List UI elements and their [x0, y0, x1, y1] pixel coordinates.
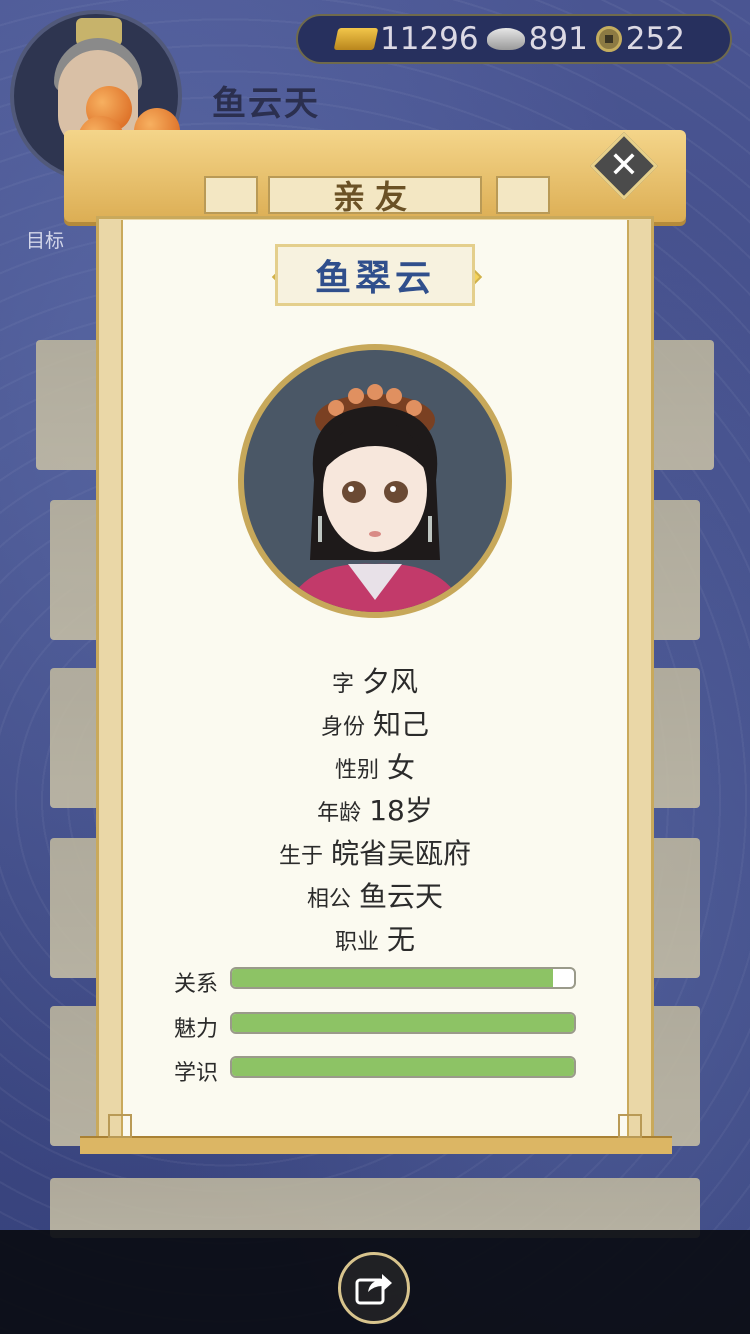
detail-key: 生于 [278, 844, 323, 869]
detail-value: 无 [387, 923, 416, 956]
list-tile [650, 838, 700, 978]
detail-row: 字夕风 [121, 660, 629, 700]
charm-bar [230, 1012, 576, 1034]
stat-label: 关系 [174, 972, 219, 997]
detail-key: 相公 [306, 887, 351, 912]
dialog-footer [80, 1136, 672, 1154]
detail-key: 字 [331, 672, 354, 697]
character-portrait [238, 344, 512, 618]
detail-row: 生于 皖省吴瓯府 [121, 832, 629, 872]
detail-key: 年龄 [317, 801, 362, 826]
detail-row: 相公 鱼云天 [121, 875, 629, 915]
detail-value: 皖省吴瓯府 [331, 837, 472, 870]
relationship-bar [230, 967, 576, 989]
charm-bar-fill [232, 1014, 574, 1032]
detail-value: 知己 [373, 708, 430, 741]
coin-resource: 252 [595, 21, 685, 57]
character-portrait-art [284, 384, 466, 612]
knowledge-bar [230, 1056, 576, 1078]
detail-key: 职业 [334, 930, 379, 955]
silver-count: 891 [528, 21, 588, 57]
title-ornament [204, 176, 258, 214]
player-name: 鱼云天 [212, 84, 320, 124]
title-ornament [496, 176, 550, 214]
list-tile [650, 1006, 700, 1146]
detail-row: 身份 知己 [121, 703, 629, 743]
list-tile [50, 1178, 700, 1238]
character-name: 鱼翠云 [275, 244, 475, 306]
knowledge-bar-fill [232, 1058, 574, 1076]
coin-count: 252 [625, 21, 685, 57]
detail-value: 18岁 [369, 794, 433, 827]
detail-key: 性别 [334, 758, 379, 783]
silver-ingot-icon [486, 28, 525, 50]
stat-label: 魅力 [174, 1017, 219, 1042]
detail-value: 女 [387, 751, 416, 784]
corner-ornament [618, 1114, 642, 1138]
list-tile [650, 668, 700, 808]
silver-resource: 891 [486, 21, 588, 57]
gold-resource: 11296 [333, 21, 479, 57]
detail-key: 身份 [320, 715, 365, 740]
detail-row: 年龄 18岁 [121, 789, 629, 829]
gold-count: 11296 [380, 21, 479, 57]
relationship-bar-fill [232, 969, 554, 987]
detail-value: 夕风 [362, 665, 419, 698]
resource-bar: 11296 891 252 [296, 14, 732, 64]
copper-coin-icon [595, 26, 622, 52]
gold-ingot-icon [333, 28, 379, 50]
detail-row: 职业无 [121, 918, 629, 958]
stat-label: 学识 [174, 1061, 219, 1086]
dialog-title: 亲友 [268, 176, 482, 216]
goal-button[interactable]: 目标 [26, 226, 64, 253]
detail-value: 鱼云天 [359, 880, 444, 913]
corner-ornament [108, 1114, 132, 1138]
share-icon [355, 1274, 392, 1305]
share-button[interactable] [338, 1252, 410, 1324]
list-tile [650, 500, 700, 640]
close-icon[interactable]: ✕ [604, 144, 644, 188]
detail-row: 性别女 [121, 746, 629, 786]
